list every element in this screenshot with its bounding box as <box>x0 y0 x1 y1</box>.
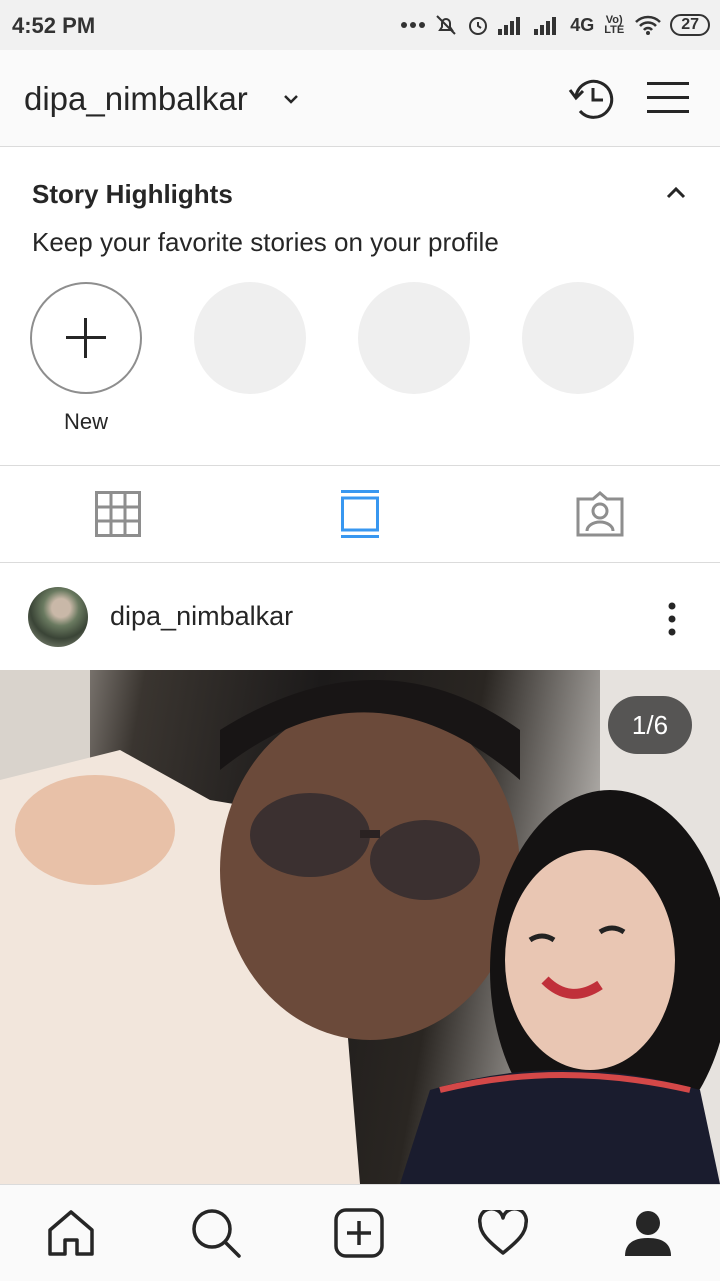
profile-icon <box>625 1211 671 1256</box>
nav-search[interactable] <box>190 1207 242 1259</box>
profile-tabs <box>0 466 720 563</box>
status-time: 4:52 PM <box>12 13 96 38</box>
archive-history-icon[interactable] <box>566 74 616 124</box>
carousel-counter: 1/6 <box>608 696 692 754</box>
post-header: dipa_nimbalkar <box>0 563 720 669</box>
tab-grid[interactable] <box>90 486 146 542</box>
more-options-icon[interactable] <box>662 601 682 637</box>
signal-icon-2 <box>534 15 562 35</box>
highlight-placeholder <box>522 282 634 394</box>
bottom-nav <box>0 1184 720 1281</box>
volte-label: Vo) LTE <box>604 14 625 36</box>
alarm-icon <box>466 13 490 37</box>
account-switcher[interactable]: dipa_nimbalkar <box>24 80 248 118</box>
avatar[interactable] <box>28 587 88 647</box>
network-type: 4G <box>570 14 595 35</box>
home-icon <box>48 1210 94 1256</box>
add-post-icon <box>334 1208 384 1258</box>
status-bar: 4:52 PM 4G Vo) LTE 27 <box>0 0 720 50</box>
nav-home[interactable] <box>45 1207 97 1259</box>
wifi-icon <box>634 14 662 36</box>
highlights-subtitle: Keep your favorite stories on your profi… <box>32 227 499 257</box>
plus-icon <box>66 318 106 358</box>
feed-icon <box>341 490 379 538</box>
tab-tagged[interactable] <box>572 486 628 542</box>
new-highlight-label: New <box>63 409 108 434</box>
status-icons: 4G Vo) LTE 27 <box>400 10 710 40</box>
chevron-up-icon[interactable] <box>664 185 688 201</box>
highlight-placeholder <box>358 282 470 394</box>
grid-icon <box>95 491 141 537</box>
bell-muted-icon <box>434 13 458 37</box>
nav-profile[interactable] <box>622 1207 674 1259</box>
more-dots-icon <box>400 21 426 29</box>
story-highlights-section: Story Highlights Keep your favorite stor… <box>0 147 720 466</box>
hamburger-menu-icon[interactable] <box>645 78 691 118</box>
chevron-down-icon[interactable] <box>280 88 302 110</box>
post-photo[interactable] <box>0 670 720 1184</box>
post-username[interactable]: dipa_nimbalkar <box>110 601 293 632</box>
signal-icon <box>498 15 526 35</box>
highlights-title: Story Highlights <box>32 179 233 209</box>
battery-indicator: 27 <box>670 14 710 36</box>
tagged-person-icon <box>576 491 624 537</box>
photo-illustration <box>0 670 720 1184</box>
nav-activity[interactable] <box>477 1207 529 1259</box>
nav-new-post[interactable] <box>333 1207 385 1259</box>
search-icon <box>192 1209 241 1258</box>
profile-header: dipa_nimbalkar <box>0 50 720 147</box>
heart-icon <box>478 1210 528 1255</box>
tab-feed[interactable] <box>332 486 388 542</box>
highlight-placeholder <box>194 282 306 394</box>
new-highlight-button[interactable] <box>30 282 142 394</box>
